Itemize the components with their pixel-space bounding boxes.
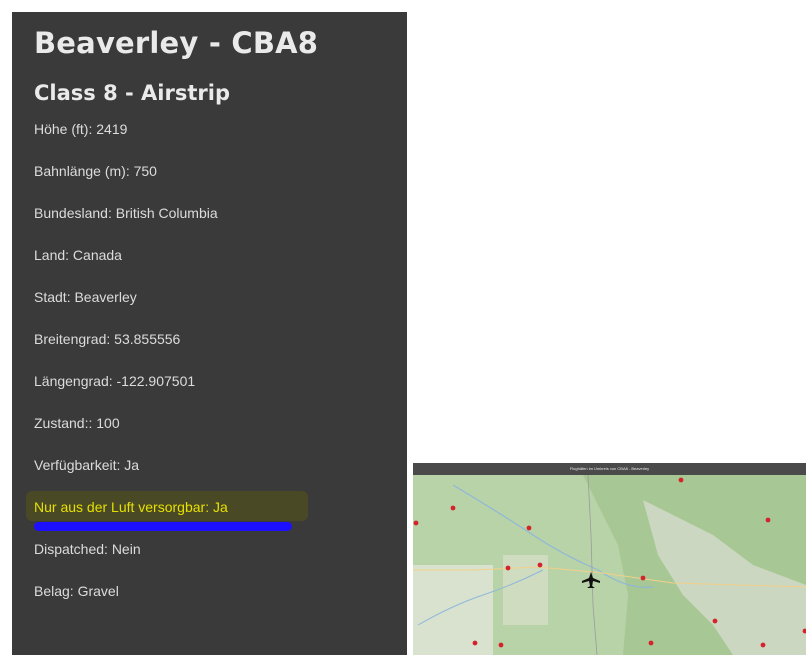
- detail-dispatched: Dispatched: Nein: [34, 541, 141, 557]
- airport-marker[interactable]: [472, 640, 478, 646]
- airport-info-panel: Beaverley - CBA8 Class 8 - Airstrip Höhe…: [12, 12, 407, 655]
- detail-runway-length: Bahnlänge (m): 750: [34, 163, 157, 179]
- detail-city: Stadt: Beaverley: [34, 289, 137, 305]
- airport-marker[interactable]: [505, 565, 511, 571]
- airport-marker[interactable]: [760, 642, 766, 648]
- detail-condition: Zustand:: 100: [34, 415, 120, 431]
- airport-marker[interactable]: [498, 642, 504, 648]
- airport-marker[interactable]: [712, 618, 718, 624]
- airport-marker[interactable]: [640, 575, 646, 581]
- airport-title: Beaverley - CBA8: [34, 26, 319, 60]
- map-title: Flughäfen im Umkreis von CBA8 - Beaverle…: [413, 463, 806, 475]
- airport-marker[interactable]: [450, 505, 456, 511]
- detail-air-supply-only: Nur aus der Luft versorgbar: Ja: [26, 491, 407, 540]
- detail-latitude: Breitengrad: 53.855556: [34, 331, 181, 347]
- detail-surface: Belag: Gravel: [34, 583, 119, 599]
- map-canvas[interactable]: [413, 475, 806, 655]
- detail-country: Land: Canada: [34, 247, 122, 263]
- map-thumbnail[interactable]: Flughäfen im Umkreis von CBA8 - Beaverle…: [413, 463, 806, 655]
- airport-marker[interactable]: [648, 640, 654, 646]
- detail-state: Bundesland: British Columbia: [34, 205, 218, 221]
- map-cleared-area: [413, 565, 493, 655]
- air-supply-only-label: Nur aus der Luft versorgbar: Ja: [34, 499, 228, 515]
- airport-marker[interactable]: [526, 525, 532, 531]
- airport-marker[interactable]: [678, 477, 684, 483]
- detail-longitude: Längengrad: -122.907501: [34, 373, 196, 389]
- airport-details: Höhe (ft): 2419 Bahnlänge (m): 750 Bunde…: [26, 120, 407, 624]
- airport-class: Class 8 - Airstrip: [34, 81, 230, 105]
- airport-marker[interactable]: [413, 520, 419, 526]
- detail-elevation: Höhe (ft): 2419: [34, 121, 128, 137]
- airport-marker[interactable]: [765, 517, 771, 523]
- blue-underline-annotation: [34, 522, 292, 531]
- airport-marker[interactable]: [537, 562, 543, 568]
